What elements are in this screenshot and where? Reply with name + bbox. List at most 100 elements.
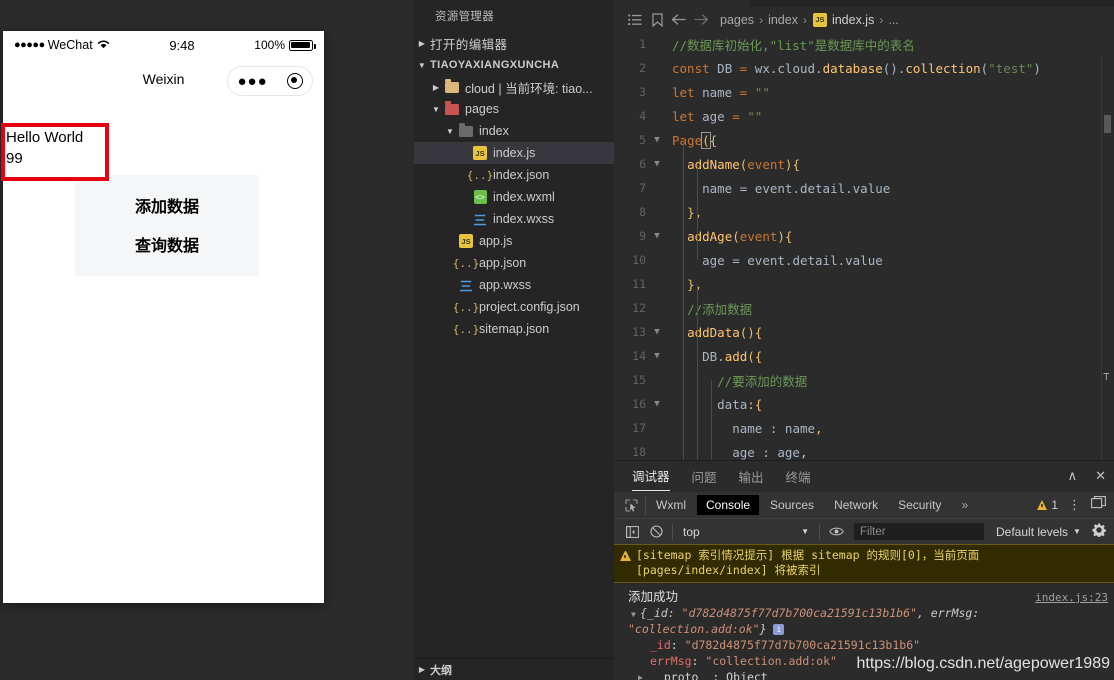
js-file-icon: JS bbox=[458, 233, 474, 249]
code-line[interactable]: 4 let age = "" bbox=[614, 104, 1114, 128]
fold-chevron-icon[interactable]: ▼ bbox=[648, 231, 666, 241]
devtools-menu-icon[interactable]: ⋮ bbox=[1068, 498, 1081, 511]
open-editors-section[interactable]: 打开的编辑器 bbox=[414, 32, 614, 54]
console-levels-select[interactable]: Default levels ▼ bbox=[996, 525, 1081, 539]
devtools-tab-wxml[interactable]: Wxml bbox=[647, 495, 695, 515]
code-line[interactable]: 17 name : name, bbox=[614, 416, 1114, 440]
json-file-icon: {..} bbox=[452, 300, 480, 314]
code-line[interactable]: 3 let name = "" bbox=[614, 80, 1114, 104]
query-data-button[interactable]: 查询数据 bbox=[75, 227, 259, 261]
clear-console-icon[interactable] bbox=[644, 525, 668, 538]
navigate-back-icon[interactable] bbox=[668, 13, 690, 26]
status-left: ●●●●● WeChat bbox=[14, 38, 110, 52]
console-filter-input[interactable]: Filter bbox=[854, 523, 984, 540]
chevron-right-icon[interactable] bbox=[428, 83, 444, 92]
code-line[interactable]: 1 //数据库初始化,"list"是数据库中的表名 bbox=[614, 32, 1114, 56]
chevron-down-icon[interactable]: ▼ bbox=[801, 527, 809, 536]
fold-chevron-icon[interactable]: ▼ bbox=[648, 135, 666, 145]
expand-arrow-icon[interactable]: ▼ bbox=[631, 610, 636, 619]
code-line[interactable]: 2 const DB = wx.cloud.database().collecti… bbox=[614, 56, 1114, 80]
info-badge-icon[interactable]: i bbox=[773, 624, 785, 635]
list-icon[interactable] bbox=[624, 13, 646, 26]
warning-badge[interactable]: 1 bbox=[1037, 498, 1058, 512]
dock-side-icon[interactable] bbox=[1091, 496, 1106, 514]
tab-debugger[interactable]: 调试器 bbox=[632, 461, 670, 491]
tree-file-app.json[interactable]: {..} app.json bbox=[414, 252, 614, 274]
status-right: 100% bbox=[254, 38, 316, 52]
breadcrumb-separator: › bbox=[802, 12, 807, 27]
chevron-down-icon[interactable]: ▼ bbox=[1073, 527, 1081, 536]
code-line[interactable]: 6 ▼ addName(event){ bbox=[614, 152, 1114, 176]
chevron-down-icon[interactable] bbox=[442, 127, 458, 136]
collapse-panel-icon[interactable]: ∧ bbox=[1068, 468, 1078, 484]
tree-file-index.js[interactable]: JS index.js bbox=[414, 142, 614, 164]
log-source-link[interactable]: index.js:23 bbox=[1035, 591, 1108, 604]
code-line[interactable]: 12 //添加数据 bbox=[614, 296, 1114, 320]
code-text: //添加数据 bbox=[687, 301, 753, 317]
tree-file-app.js[interactable]: JS app.js bbox=[414, 230, 614, 252]
tree-file-index.json[interactable]: {..} index.json bbox=[414, 164, 614, 186]
indent-guide bbox=[683, 140, 684, 460]
devtools-tab-sources[interactable]: Sources bbox=[761, 495, 823, 515]
fold-chevron-icon[interactable]: ▼ bbox=[648, 159, 666, 169]
fold-chevron-icon[interactable]: ▼ bbox=[648, 399, 666, 409]
devtools-more-tabs-icon[interactable]: » bbox=[952, 495, 977, 515]
code-line[interactable]: 7 name = event.detail.value bbox=[614, 176, 1114, 200]
scrollbar-thumb[interactable] bbox=[1104, 115, 1111, 133]
tree-file-project.config.json[interactable]: {..} project.config.json bbox=[414, 296, 614, 318]
chevron-right-icon[interactable] bbox=[414, 39, 430, 48]
chevron-down-icon[interactable] bbox=[428, 105, 444, 114]
console-settings-gear-icon[interactable] bbox=[1092, 523, 1114, 540]
code-line[interactable]: 16 ▼ data:{ bbox=[614, 392, 1114, 416]
tree-file-sitemap.json[interactable]: {..} sitemap.json bbox=[414, 318, 614, 340]
code-line[interactable]: 10 age = event.detail.value bbox=[614, 248, 1114, 272]
breadcrumb-file[interactable]: index.js bbox=[832, 13, 874, 27]
tree-file-index.wxml[interactable]: <> index.wxml bbox=[414, 186, 614, 208]
breadcrumb-pages[interactable]: pages bbox=[720, 13, 754, 27]
code-line[interactable]: 8 }, bbox=[614, 200, 1114, 224]
more-dots-icon[interactable]: ●●● bbox=[237, 74, 267, 89]
code-line[interactable]: 11 }, bbox=[614, 272, 1114, 296]
editor-tab-inactive[interactable] bbox=[750, 0, 1110, 7]
tree-file-index.wxss[interactable]: 三 index.wxss bbox=[414, 208, 614, 230]
console-sidebar-toggle-icon[interactable] bbox=[620, 525, 644, 538]
console-context-select[interactable]: top ▼ bbox=[677, 525, 815, 539]
fold-chevron-icon[interactable]: ▼ bbox=[648, 351, 666, 361]
code-area[interactable]: 1 //数据库初始化,"list"是数据库中的表名 2 const DB = wx.c… bbox=[614, 32, 1114, 460]
code-line[interactable]: 9 ▼ addAge(event){ bbox=[614, 224, 1114, 248]
editor-scrollbar[interactable]: ⊤ bbox=[1102, 57, 1114, 460]
tab-problems[interactable]: 问题 bbox=[692, 461, 717, 491]
close-panel-icon[interactable]: ✕ bbox=[1095, 468, 1106, 484]
code-line[interactable]: 15 //要添加的数据 bbox=[614, 368, 1114, 392]
editor-tab[interactable] bbox=[614, 0, 750, 7]
inspect-element-icon[interactable] bbox=[618, 495, 646, 515]
capsule-menu[interactable]: ●●● bbox=[227, 66, 313, 96]
chevron-right-icon[interactable] bbox=[414, 665, 430, 674]
tree-folder-cloud-tiao...[interactable]: cloud | 当前环境: tiao... bbox=[414, 76, 614, 98]
tree-file-app.wxss[interactable]: 三 app.wxss bbox=[414, 274, 614, 296]
tree-folder-index[interactable]: index bbox=[414, 120, 614, 142]
code-line[interactable]: 14 ▼ DB.add({ bbox=[614, 344, 1114, 368]
collapse-arrow-icon[interactable]: ▶ bbox=[638, 670, 643, 680]
breadcrumb-index[interactable]: index bbox=[768, 13, 798, 27]
tab-terminal[interactable]: 终端 bbox=[786, 461, 811, 491]
devtools-tab-network[interactable]: Network bbox=[825, 495, 887, 515]
code-line[interactable]: 5 ▼ Page({ bbox=[614, 128, 1114, 152]
code-line[interactable]: 13 ▼ addData(){ bbox=[614, 320, 1114, 344]
devtools-tab-security[interactable]: Security bbox=[889, 495, 950, 515]
project-section[interactable]: TIAOYAXIANGXUNCHA bbox=[414, 54, 614, 76]
log-object-preview[interactable]: ▼ {_id: "d782d4875f77d7b700ca21591c13b1b… bbox=[628, 605, 1108, 637]
navigate-forward-icon[interactable] bbox=[690, 13, 712, 26]
breadcrumb-more[interactable]: ... bbox=[888, 13, 898, 27]
live-expression-eye-icon[interactable] bbox=[824, 526, 848, 537]
devtools-tab-console[interactable]: Console bbox=[697, 495, 760, 515]
bookmark-icon[interactable] bbox=[646, 12, 668, 27]
tab-output[interactable]: 输出 bbox=[739, 461, 764, 491]
outline-section[interactable]: 大纲 bbox=[414, 658, 614, 680]
fold-chevron-icon[interactable]: ▼ bbox=[648, 327, 666, 337]
add-data-button[interactable]: 添加数据 bbox=[75, 188, 259, 222]
tree-folder-pages[interactable]: pages bbox=[414, 98, 614, 120]
code-line[interactable]: 18 age : age, bbox=[614, 440, 1114, 460]
chevron-down-icon[interactable] bbox=[414, 61, 430, 70]
close-target-icon[interactable] bbox=[286, 73, 303, 89]
